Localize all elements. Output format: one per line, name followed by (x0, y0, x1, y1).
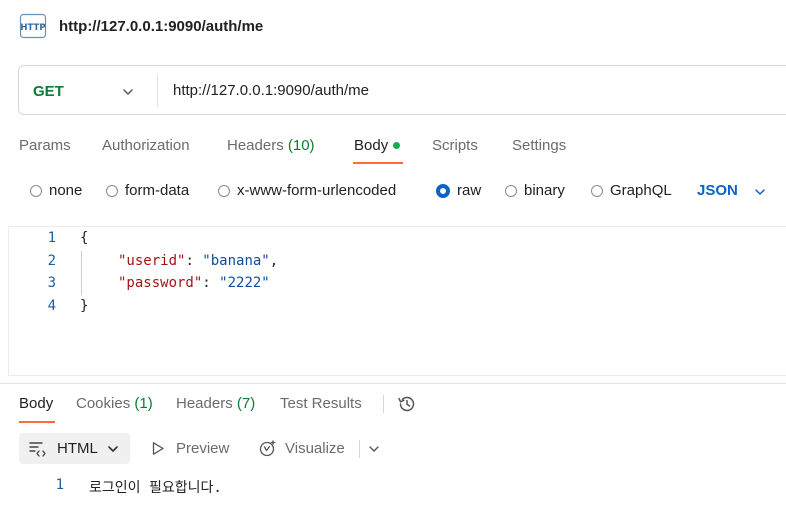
line-number: 4 (47, 298, 56, 314)
tab-headers-count: (10) (287, 137, 315, 154)
chevron-down-icon[interactable] (121, 85, 135, 99)
json-key: "password" (118, 275, 203, 291)
response-tab-cookies-count: (1) (134, 395, 153, 412)
radio-form-data[interactable]: form-data (106, 182, 189, 199)
tab-body-label: Body (354, 137, 389, 154)
response-tab-headers-count: (7) (236, 395, 256, 412)
visualize-button[interactable]: Visualize (285, 440, 345, 457)
tab-headers-label: Headers (227, 137, 284, 154)
line-number: 2 (47, 253, 56, 269)
response-line-number: 1 (55, 477, 64, 493)
radio-none[interactable]: none (30, 182, 82, 199)
play-icon[interactable] (151, 441, 165, 456)
code-line-userid: "userid": "banana", (118, 253, 279, 269)
radio-circle[interactable] (591, 184, 603, 197)
radio-raw[interactable]: raw (436, 182, 481, 199)
response-tab-cookies-label: Cookies (76, 395, 131, 412)
radio-circle[interactable] (218, 184, 230, 197)
indent-guide (81, 251, 82, 295)
tab-headers[interactable]: Headers (10) (227, 137, 315, 154)
response-tab-cookies[interactable]: Cookies (1) (76, 395, 153, 412)
radio-urlencoded-label: x-www-form-urlencoded (237, 182, 397, 199)
radio-circle[interactable] (30, 184, 42, 197)
radio-form-data-label: form-data (125, 182, 190, 199)
json-value: "2222" (219, 275, 270, 291)
pane-resize-handle[interactable] (0, 383, 786, 384)
line-number: 1 (47, 230, 56, 246)
radio-graphql-label: GraphQL (610, 182, 672, 199)
url-input[interactable]: http://127.0.0.1:9090/auth/me (173, 82, 369, 99)
svg-text:HTTP: HTTP (20, 23, 45, 33)
body-editor[interactable] (8, 226, 786, 376)
response-tab-test-results[interactable]: Test Results (280, 395, 362, 412)
json-comma: , (269, 253, 279, 269)
code-line-open-brace: { (80, 230, 89, 246)
tab-settings[interactable]: Settings (512, 137, 566, 154)
response-tab-divider (383, 395, 384, 413)
radio-circle[interactable] (106, 184, 118, 197)
response-active-tab-underline (19, 421, 55, 423)
radio-circle-selected[interactable] (436, 183, 450, 198)
format-label: HTML (57, 440, 98, 457)
radio-binary-label: binary (524, 182, 565, 199)
radio-binary[interactable]: binary (505, 182, 565, 199)
json-value: "banana" (202, 253, 270, 269)
history-icon[interactable] (396, 393, 418, 415)
code-format-icon (29, 442, 46, 457)
radio-raw-label: raw (457, 182, 482, 199)
tab-body[interactable]: Body (354, 137, 401, 154)
response-tab-body[interactable]: Body (19, 395, 53, 412)
visualize-icon[interactable] (258, 438, 278, 458)
radio-none-label: none (49, 182, 83, 199)
chevron-down-icon[interactable] (367, 442, 381, 456)
visualize-divider (359, 440, 360, 458)
response-body-text[interactable]: 로그인이 필요합니다. (89, 477, 222, 497)
http-icon: HTTP (19, 13, 47, 39)
json-key: "userid" (118, 253, 186, 269)
chevron-down-icon (108, 446, 118, 452)
language-select[interactable]: JSON (697, 182, 738, 199)
tab-params[interactable]: Params (19, 137, 71, 154)
body-modified-dot (393, 141, 401, 149)
url-divider (157, 74, 158, 107)
line-number: 3 (47, 275, 56, 291)
radio-graphql[interactable]: GraphQL (591, 182, 672, 199)
radio-urlencoded[interactable]: x-www-form-urlencoded (218, 182, 396, 199)
response-tab-headers[interactable]: Headers (7) (176, 395, 255, 412)
preview-button[interactable]: Preview (176, 440, 229, 457)
tab-authorization[interactable]: Authorization (102, 137, 190, 154)
code-line-password: "password": "2222" (118, 275, 270, 291)
code-line-close-brace: } (80, 298, 89, 314)
active-tab-underline (353, 162, 403, 164)
request-title[interactable]: http://127.0.0.1:9090/auth/me (59, 18, 263, 35)
chevron-down-icon[interactable] (753, 185, 767, 199)
response-tab-headers-label: Headers (176, 395, 233, 412)
radio-circle[interactable] (505, 184, 517, 197)
tab-scripts[interactable]: Scripts (432, 137, 478, 154)
method-select[interactable]: GET (33, 83, 64, 100)
